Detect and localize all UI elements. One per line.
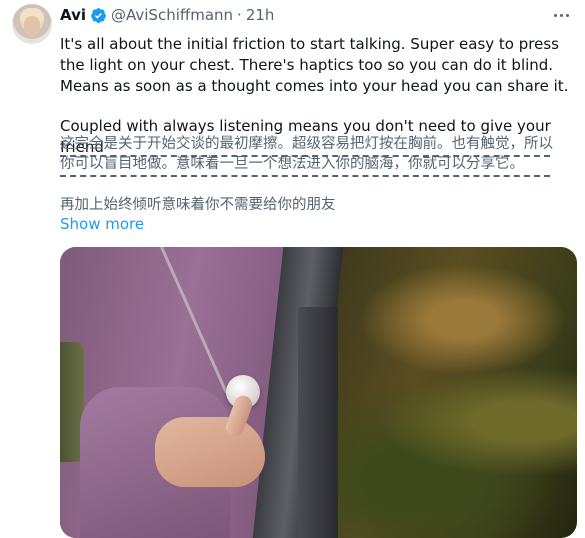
translation-line-2: 你可以盲目地做。意味着一旦一个想法进入你的脑海，你就可以分享它。 [60,154,550,177]
image-backpack-strap-shadow [298,307,338,538]
author-handle[interactable]: @AviSchiffmann [111,6,233,24]
tweet-timestamp[interactable]: 21h [246,6,275,24]
show-more-link[interactable]: Show more [60,214,144,235]
tweet-media-image[interactable] [60,247,577,538]
avatar-face [24,16,40,36]
verified-badge-icon [91,7,106,23]
more-horizontal-icon[interactable] [548,6,574,24]
more-dot [559,13,563,17]
translation-line-3: 再加上始终倾听意味着你不需要给你的朋友 [60,197,336,213]
tweet-header: Avi @AviSchiffmann · 21h [60,5,274,25]
image-hand [155,417,265,487]
translation-text: 你可以盲目地做。意味着一旦一个想法进入你的脑海，你就可以分享它。 [60,154,550,177]
avatar[interactable] [12,4,52,44]
more-dot [565,13,569,17]
more-dot [553,13,557,17]
tweet-text-paragraph-1: It's all about the initial friction to s… [60,35,569,95]
author-name[interactable]: Avi [60,6,86,24]
separator-dot: · [237,6,242,24]
tweet[interactable]: Avi @AviSchiffmann · 21h It's all about … [0,0,585,538]
